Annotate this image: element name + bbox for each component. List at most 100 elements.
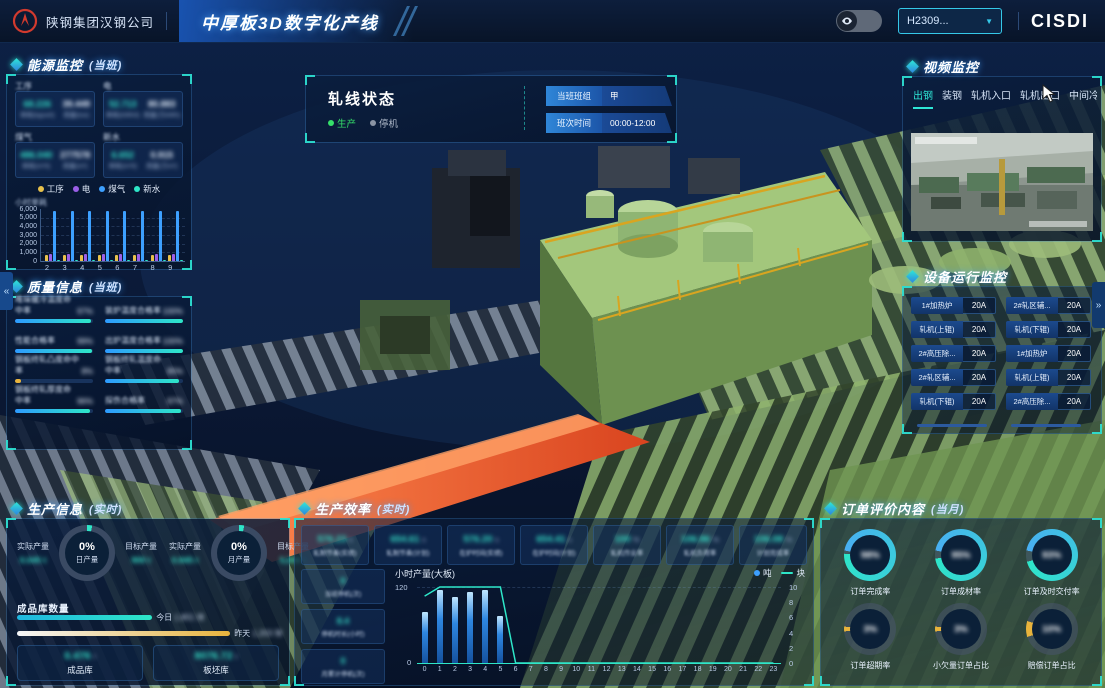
visibility-toggle[interactable] bbox=[836, 10, 882, 32]
target-output: 目标产量900 t bbox=[119, 541, 163, 565]
bar-group bbox=[133, 211, 148, 261]
production-cards: 0.476 t成品库 8076.72 t板坯库 bbox=[17, 645, 279, 681]
quality-label: 出炉温度合格率 bbox=[105, 335, 161, 346]
stock-bar-note: 昨天1,203 块 bbox=[234, 628, 282, 639]
diamond-icon bbox=[824, 502, 837, 515]
quality-item: 出炉温度合格率100% bbox=[105, 335, 183, 353]
legend-dot bbox=[38, 186, 44, 192]
video-tab-轧机入口[interactable]: 轧机入口 bbox=[971, 87, 1011, 109]
legend-item: 电 bbox=[73, 183, 91, 195]
production-gauge: 实际产量0.045 t0%日产量目标产量900 t bbox=[11, 525, 163, 581]
card-value: 0.476 t bbox=[64, 650, 95, 662]
legend-dot bbox=[134, 186, 140, 192]
energy-card-box: 68.226单耗(kgce/t)39.449用量(tce) bbox=[15, 91, 95, 127]
kpi-label: 在炉时间(计划) bbox=[532, 547, 575, 557]
energy-cards: 工序68.226单耗(kgce/t)39.449用量(tce)电52.713单耗… bbox=[15, 80, 183, 178]
value: 0.915 bbox=[146, 150, 177, 160]
y-tick: 5,000 bbox=[11, 214, 37, 221]
quality-label: 装炉温度合格率 bbox=[105, 305, 161, 316]
kpi-label: 轧制节奏(实绩) bbox=[313, 547, 356, 557]
device-label: 1#加热炉 bbox=[911, 297, 963, 314]
bar bbox=[98, 255, 101, 261]
tile-label: 当班停机(次) bbox=[325, 588, 362, 598]
video-frame[interactable] bbox=[911, 133, 1093, 231]
quality-label: 探伤合格率 bbox=[105, 395, 145, 406]
video-tab-出钢[interactable]: 出钢 bbox=[913, 87, 933, 109]
hourly-output-chart: 小时产量(大板) 吨块 1200108642001234567891011121… bbox=[393, 567, 807, 679]
energy-card-label: 新水 bbox=[103, 131, 183, 142]
x-tick: 9 bbox=[554, 666, 568, 673]
collapse-right-handle[interactable]: » bbox=[1092, 282, 1105, 328]
energy-card: 电52.713单耗(kWh/t)80.883用量(万kWh) bbox=[103, 80, 183, 127]
note-value: 1,203 块 bbox=[252, 628, 282, 639]
device-value: 20A bbox=[963, 321, 996, 338]
quality-value: 96% bbox=[77, 397, 93, 406]
shift-time-badge: 班次时间 00:00-12:00 bbox=[546, 113, 672, 133]
gauge-percent: 0% bbox=[79, 541, 95, 553]
bar bbox=[137, 254, 140, 261]
divider bbox=[524, 86, 525, 130]
video-tab-中间冷[interactable]: 中间冷 bbox=[1069, 87, 1097, 109]
quality-bar-track bbox=[15, 379, 93, 383]
kpi-unit: s bbox=[349, 537, 353, 544]
quality-value: 97% bbox=[167, 397, 183, 406]
gridline bbox=[41, 261, 185, 262]
ring-gauge: 93% bbox=[1026, 529, 1078, 581]
quality-row: 探伤合格率 97% bbox=[105, 395, 183, 406]
scrollbar[interactable] bbox=[1011, 424, 1081, 427]
quality-bar-track bbox=[15, 349, 93, 353]
chart-title: 小时产量(大板) bbox=[395, 567, 455, 580]
value: 68.226 bbox=[20, 99, 55, 109]
kpi-unit: % bbox=[633, 537, 639, 544]
energy-chart: 23456789 bbox=[40, 209, 185, 262]
energy-card: 工序68.226单耗(kgce/t)39.449用量(tce) bbox=[15, 80, 95, 127]
ring-hole: 98% bbox=[850, 535, 890, 575]
cctv-still bbox=[911, 133, 1093, 231]
bar-group bbox=[63, 211, 78, 261]
bar-group bbox=[115, 211, 130, 261]
kpi-tile: 100 %轧机作业率 bbox=[593, 525, 661, 565]
actual-output: 实际产量0.845 t bbox=[163, 541, 207, 565]
bar bbox=[102, 254, 105, 261]
diamond-icon bbox=[10, 502, 23, 515]
company-logo-icon bbox=[12, 8, 38, 34]
device-dropdown[interactable]: H2309... ▼ bbox=[898, 8, 1002, 34]
device-label: 2#高压除... bbox=[911, 345, 963, 362]
ring-gauge: 0%月产量 bbox=[211, 525, 267, 581]
quality-value: 100% bbox=[163, 337, 183, 346]
legend-item: 新水 bbox=[134, 183, 160, 195]
card-label: 板坯库 bbox=[203, 664, 229, 676]
value: 277578 bbox=[60, 150, 90, 160]
quality-bar-track bbox=[105, 319, 183, 323]
energy-card-value: 277578用量(m³) bbox=[60, 150, 90, 170]
bar bbox=[127, 260, 130, 261]
scrollbar[interactable] bbox=[917, 424, 987, 427]
bar-group bbox=[168, 211, 183, 261]
y-tick: 3,000 bbox=[11, 232, 37, 239]
chart-legend-label: 吨 bbox=[763, 567, 772, 579]
quality-value: 99% bbox=[77, 337, 93, 346]
warehouse-card: 8076.72 t板坯库 bbox=[153, 645, 279, 681]
tile-label: 月累计停机(次) bbox=[321, 668, 364, 678]
gauge-sublabel: 日产量 bbox=[76, 554, 99, 565]
kpi-value: 576.23 s bbox=[317, 534, 352, 545]
collapse-left-handle[interactable]: « bbox=[0, 272, 13, 310]
quality-bar-fill bbox=[15, 319, 91, 323]
quality-item: 钢板终轧凸度命中率8% bbox=[15, 365, 93, 383]
warehouse-card: 0.476 t成品库 bbox=[17, 645, 143, 681]
x-tick: 16 bbox=[660, 666, 674, 673]
quality-bar-fill bbox=[105, 319, 183, 323]
quality-row: 装炉温度合格率100% bbox=[105, 305, 183, 316]
quality-item: 探伤合格率 97% bbox=[105, 395, 183, 413]
production-panel: 实际产量0.045 t0%日产量目标产量900 t实际产量0.845 t0%月产… bbox=[6, 518, 290, 686]
video-tab-装钢[interactable]: 装钢 bbox=[942, 87, 962, 109]
note-label: 昨天 bbox=[234, 628, 250, 639]
tile-value: 0 bbox=[340, 656, 345, 666]
kpi-label: 计划完成率 bbox=[757, 547, 790, 557]
video-tab-轧机出口[interactable]: 轧机出口 bbox=[1020, 87, 1060, 109]
unit: 单耗(kWh/t) bbox=[106, 109, 140, 119]
bar bbox=[57, 260, 60, 261]
efficiency-panel: 576.23 s轧制节奏(实绩)654.61 s轧制节奏(计划)576.20 s… bbox=[294, 518, 814, 686]
device-label: 轧机(上辊) bbox=[911, 321, 963, 338]
kpi-value: 654.41 s bbox=[536, 534, 571, 545]
